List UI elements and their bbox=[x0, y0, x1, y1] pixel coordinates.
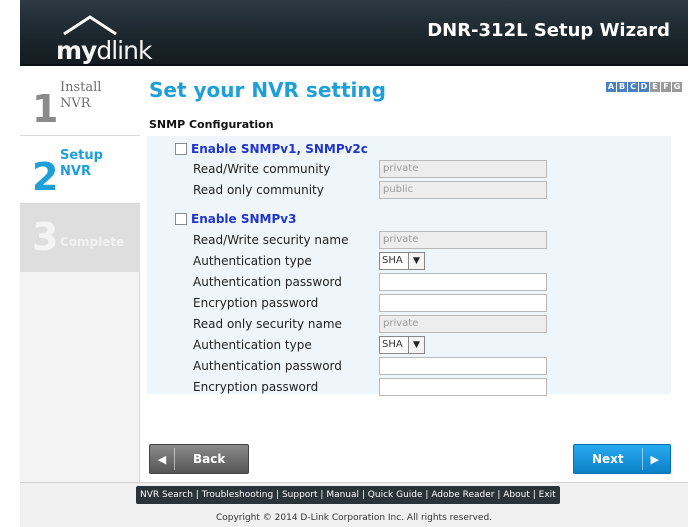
step-complete: 3 Complete bbox=[20, 204, 140, 272]
logo-dlink-text: dlink bbox=[96, 36, 152, 65]
enc-password-input[interactable] bbox=[379, 294, 547, 312]
next-arrow-icon: ▶ bbox=[650, 452, 659, 466]
snmp-v1v2c-checkbox[interactable] bbox=[175, 143, 187, 155]
snmp-v3-checkbox[interactable] bbox=[175, 213, 187, 225]
auth-type-2-row: Authentication type SHA ▼ bbox=[193, 336, 663, 356]
footer-link-exit[interactable]: Exit bbox=[539, 486, 556, 504]
step-install-nvr: 1 Install NVR bbox=[20, 68, 140, 136]
wizard-window: mydlink DNR-312L Setup Wizard 1 Install … bbox=[20, 0, 688, 527]
auth-type-2-value: SHA bbox=[382, 339, 403, 350]
snmp-settings-panel: Enable SNMPv1, SNMPv2c Read/Write commun… bbox=[147, 136, 671, 396]
button-divider bbox=[174, 448, 175, 470]
enc-password-2-row: Encryption password bbox=[193, 378, 663, 398]
mydlink-logo: mydlink bbox=[50, 14, 160, 65]
footer-links-bar: NVR Search | Troubleshooting | Support |… bbox=[136, 486, 560, 504]
step-number: 1 bbox=[32, 87, 59, 131]
language-option[interactable]: A bbox=[606, 82, 616, 92]
footer-link-adobe-reader[interactable]: Adobe Reader bbox=[431, 486, 494, 504]
enc-password-2-label: Encryption password bbox=[193, 380, 319, 394]
next-button[interactable]: Next ▶ bbox=[573, 444, 671, 474]
language-option[interactable]: E bbox=[650, 82, 660, 92]
step-label: Install NVR bbox=[60, 80, 102, 111]
back-arrow-icon: ◀ bbox=[157, 452, 167, 466]
ro-security-name-label: Read only security name bbox=[193, 317, 342, 331]
step-label: Complete bbox=[60, 235, 125, 249]
language-selector: A B C D E F G bbox=[606, 82, 682, 92]
auth-type-label: Authentication type bbox=[193, 254, 312, 268]
rw-security-name-row: Read/Write security name private bbox=[193, 231, 663, 251]
footer-link-manual[interactable]: Manual bbox=[326, 486, 359, 504]
step-setup-nvr: 2 Setup NVR bbox=[20, 136, 140, 204]
language-option[interactable]: D bbox=[639, 82, 649, 92]
auth-type-value: SHA bbox=[382, 255, 403, 266]
ro-security-name-row: Read only security name private bbox=[193, 315, 663, 335]
rw-security-name-label: Read/Write security name bbox=[193, 233, 349, 247]
auth-password-2-label: Authentication password bbox=[193, 359, 342, 373]
wizard-title: DNR-312L Setup Wizard bbox=[427, 20, 670, 41]
enc-password-2-input[interactable] bbox=[379, 378, 547, 396]
logo-my-text: my bbox=[56, 36, 97, 65]
section-title: SNMP Configuration bbox=[149, 118, 274, 131]
snmp-v3-checkbox-row: Enable SNMPv3 bbox=[175, 212, 296, 226]
rw-community-input[interactable]: private bbox=[379, 160, 547, 178]
footer-link-quick-guide[interactable]: Quick Guide bbox=[368, 486, 423, 504]
footer-link-troubleshooting[interactable]: Troubleshooting bbox=[202, 486, 274, 504]
enc-password-row: Encryption password bbox=[193, 294, 663, 314]
house-roof-icon bbox=[63, 15, 117, 36]
back-button-label: Back bbox=[193, 452, 226, 466]
rw-community-label: Read/Write community bbox=[193, 162, 331, 176]
footer-link-nvr-search[interactable]: NVR Search bbox=[140, 486, 193, 504]
footer-link-support[interactable]: Support bbox=[282, 486, 318, 504]
auth-password-2-row: Authentication password bbox=[193, 357, 663, 377]
step-number: 3 bbox=[32, 215, 59, 259]
page-title: Set your NVR setting bbox=[149, 78, 386, 102]
language-option[interactable]: B bbox=[617, 82, 627, 92]
auth-type-2-select[interactable]: SHA ▼ bbox=[379, 336, 425, 354]
enc-password-label: Encryption password bbox=[193, 296, 319, 310]
ro-community-row: Read only community public bbox=[193, 181, 663, 201]
language-option[interactable]: F bbox=[661, 82, 671, 92]
step-number: 2 bbox=[32, 155, 59, 199]
footer: NVR Search | Troubleshooting | Support |… bbox=[20, 482, 688, 527]
chevron-down-icon: ▼ bbox=[408, 337, 424, 353]
copyright-text: Copyright © 2014 D-Link Corporation Inc.… bbox=[215, 513, 493, 523]
auth-type-select[interactable]: SHA ▼ bbox=[379, 252, 425, 270]
language-option[interactable]: G bbox=[672, 82, 682, 92]
language-option[interactable]: C bbox=[628, 82, 638, 92]
chevron-down-icon: ▼ bbox=[408, 253, 424, 269]
auth-password-label: Authentication password bbox=[193, 275, 342, 289]
auth-type-2-label: Authentication type bbox=[193, 338, 312, 352]
auth-type-row: Authentication type SHA ▼ bbox=[193, 252, 663, 272]
snmp-v3-checkbox-label[interactable]: Enable SNMPv3 bbox=[191, 212, 296, 226]
auth-password-input[interactable] bbox=[379, 273, 547, 291]
ro-community-label: Read only community bbox=[193, 183, 324, 197]
snmp-v1v2c-checkbox-label[interactable]: Enable SNMPv1, SNMPv2c bbox=[191, 142, 368, 156]
main-content: Set your NVR setting A B C D E F G SNMP … bbox=[141, 68, 688, 482]
auth-password-row: Authentication password bbox=[193, 273, 663, 293]
next-button-label: Next bbox=[592, 452, 624, 466]
footer-link-about[interactable]: About bbox=[503, 486, 530, 504]
snmp-v1v2c-checkbox-row: Enable SNMPv1, SNMPv2c bbox=[175, 142, 368, 156]
wizard-steps-sidebar: 1 Install NVR 2 Setup NVR 3 Complete bbox=[20, 68, 140, 482]
ro-community-input[interactable]: public bbox=[379, 181, 547, 199]
rw-security-name-input[interactable]: private bbox=[379, 231, 547, 249]
rw-community-row: Read/Write community private bbox=[193, 160, 663, 180]
step-label: Setup NVR bbox=[60, 148, 103, 179]
ro-security-name-input[interactable]: private bbox=[379, 315, 547, 333]
back-button[interactable]: ◀ Back bbox=[149, 444, 249, 474]
header-bar: mydlink DNR-312L Setup Wizard bbox=[20, 0, 688, 66]
auth-password-2-input[interactable] bbox=[379, 357, 547, 375]
